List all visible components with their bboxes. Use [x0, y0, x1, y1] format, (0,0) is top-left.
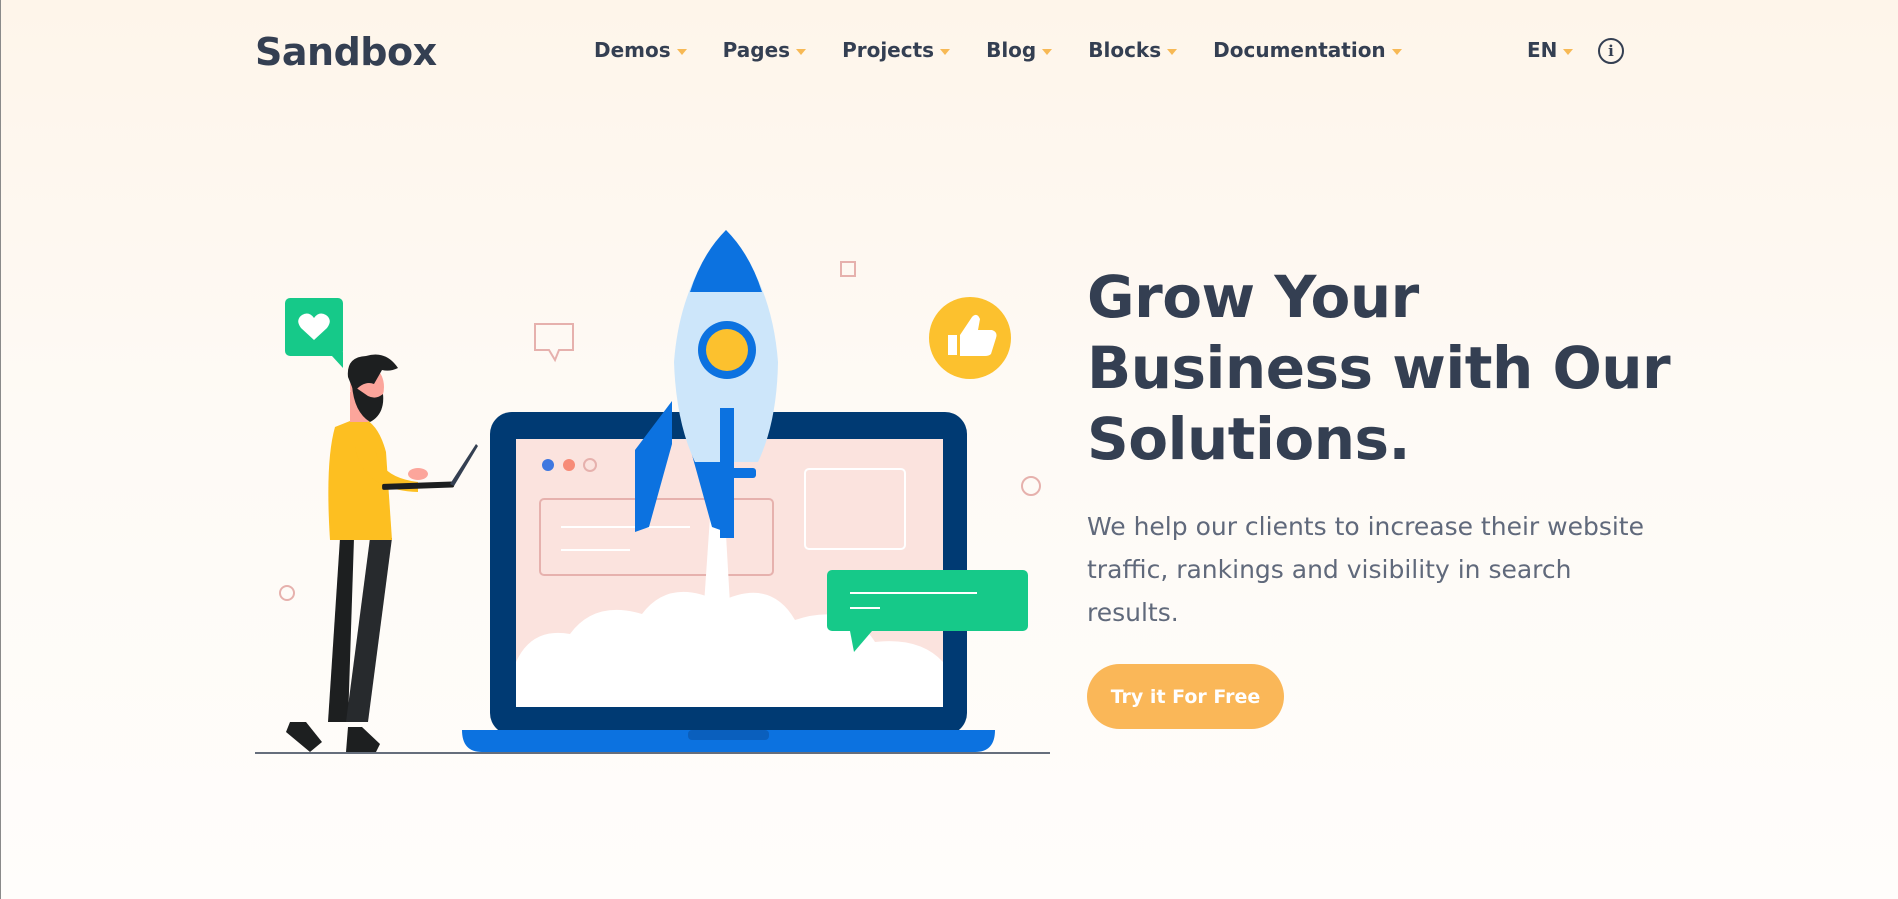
nav-demos[interactable]: Demos: [594, 38, 687, 62]
chevron-down-icon: [1563, 49, 1574, 55]
chevron-down-icon: [940, 49, 951, 55]
nav-pages[interactable]: Pages: [722, 38, 807, 62]
chat-bubble-outline-icon: [534, 323, 574, 363]
chevron-down-icon: [676, 49, 687, 55]
chevron-down-icon: [796, 49, 807, 55]
language-switcher[interactable]: EN: [1527, 38, 1574, 62]
language-label: EN: [1527, 38, 1558, 62]
hero-description: We help our clients to increase their we…: [1087, 505, 1662, 634]
nav-projects[interactable]: Projects: [842, 38, 951, 62]
hero-description-line: We help our clients to increase their we…: [1087, 512, 1644, 541]
hero-title: Grow Your Business with Our Solutions.: [1087, 262, 1707, 475]
chevron-down-icon: [1167, 49, 1178, 55]
window-dot-blue: [542, 459, 554, 471]
chevron-down-icon: [1391, 49, 1402, 55]
nav-demos-label: Demos: [594, 38, 671, 62]
window-edge: [0, 0, 1, 899]
hero-title-line: Business with Our: [1087, 334, 1671, 402]
logo[interactable]: Sandbox: [255, 30, 437, 74]
nav-projects-label: Projects: [842, 38, 935, 62]
site-header: Sandbox Demos Pages Projects Blog Blocks…: [0, 0, 1898, 104]
try-free-button[interactable]: Try it For Free: [1087, 664, 1284, 729]
hero-description-line: traffic, rankings and visibility in sear…: [1087, 555, 1572, 584]
nav-documentation-label: Documentation: [1213, 38, 1386, 62]
nav-pages-label: Pages: [722, 38, 791, 62]
hero-title-line: Grow Your: [1087, 263, 1419, 331]
person-figure: [286, 354, 478, 752]
hero-description-line: results.: [1087, 598, 1179, 627]
nav-blocks[interactable]: Blocks: [1088, 38, 1178, 62]
nav-blog-label: Blog: [986, 38, 1037, 62]
heart-bubble-icon: [285, 298, 343, 368]
circle-decoration: [1021, 476, 1041, 496]
hero-title-line: Solutions.: [1087, 405, 1411, 473]
info-icon[interactable]: i: [1598, 38, 1624, 64]
nav-blog[interactable]: Blog: [986, 38, 1053, 62]
window-dot-red: [563, 459, 575, 471]
thumbs-up-icon: [929, 297, 1011, 379]
main-nav: Demos Pages Projects Blog Blocks Documen…: [594, 38, 1438, 62]
square-decoration: [840, 261, 856, 277]
chevron-down-icon: [1042, 49, 1053, 55]
circle-decoration: [279, 585, 295, 601]
hero-illustration: [255, 230, 1050, 754]
nav-blocks-label: Blocks: [1088, 38, 1162, 62]
nav-documentation[interactable]: Documentation: [1213, 38, 1402, 62]
